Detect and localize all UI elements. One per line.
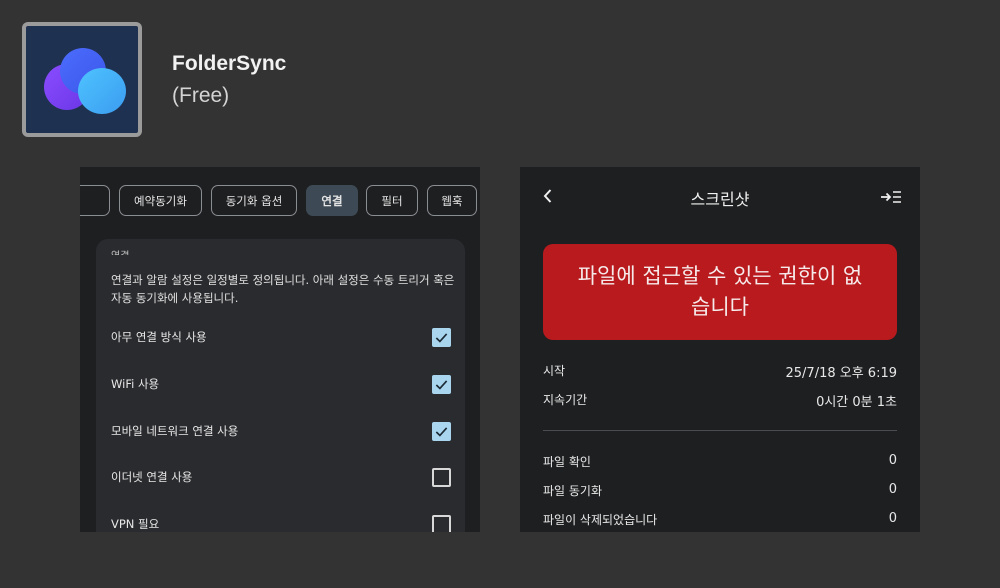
checkmark-icon — [435, 332, 448, 343]
app-icon — [22, 22, 142, 137]
app-price: (Free) — [172, 84, 230, 107]
stat-value: 0 — [888, 511, 897, 526]
detail-label: 지속기간 — [543, 393, 588, 407]
checkbox-checked[interactable] — [432, 327, 451, 347]
section-heading: 연결 — [111, 247, 129, 255]
option-any-connection[interactable]: 아무 연결 방식 사용 — [111, 325, 451, 349]
option-mobile-network[interactable]: 모바일 네트워크 연결 사용 — [111, 419, 451, 443]
detail-label: 시작 — [543, 364, 566, 378]
option-label: 모바일 네트워크 연결 사용 — [111, 424, 239, 438]
checkbox-checked[interactable] — [432, 374, 451, 394]
option-wifi[interactable]: WiFi 사용 — [111, 372, 451, 396]
stat-files-synced: 파일 동기화 0 — [543, 482, 897, 499]
stat-files-deleted: 파일이 삭제되었습니다 0 — [543, 511, 897, 528]
tab-connection[interactable]: 연결 — [306, 185, 358, 216]
stat-value: 0 — [888, 482, 897, 497]
option-ethernet[interactable]: 이더넷 연결 사용 — [111, 465, 451, 489]
option-vpn-required[interactable]: VPN 필요 — [111, 512, 451, 532]
tab-webhook[interactable]: 웹훅 — [427, 185, 477, 216]
app-logo-icon — [26, 26, 138, 133]
checkmark-icon — [435, 379, 448, 390]
option-label: WiFi 사용 — [111, 377, 160, 391]
stat-label: 파일 동기화 — [543, 484, 603, 498]
checkmark-icon — [435, 426, 448, 437]
detail-value: 25/7/18 오후 6:19 — [785, 366, 898, 381]
error-banner: 파일에 접근할 수 있는 권한이 없습니다 — [543, 244, 897, 340]
export-icon[interactable] — [880, 189, 902, 205]
checkbox-unchecked[interactable] — [432, 514, 451, 532]
screen-title: 스크린샷 — [690, 190, 750, 209]
app-name: FolderSync — [172, 52, 287, 75]
stat-value: 0 — [888, 453, 897, 468]
detail-duration: 지속기간 0시간 0분 1초 — [543, 391, 897, 410]
stat-label: 파일 확인 — [543, 455, 591, 469]
screenshot-sync-result: 스크린샷 파일에 접근할 수 있는 권한이 없습니다 시작 25/7/18 오후… — [520, 167, 920, 532]
connection-card: 연결 연결과 알람 설정은 일정별로 정의됩니다. 아래 설정은 수동 트리거 … — [96, 239, 465, 532]
tab-bar: 예약동기화 동기화 옵션 연결 필터 웹훅 — [80, 185, 477, 217]
checkbox-unchecked[interactable] — [432, 467, 451, 487]
option-label: 아무 연결 방식 사용 — [111, 330, 207, 344]
tab-filter[interactable]: 필터 — [366, 185, 418, 216]
tab-partial[interactable] — [80, 185, 110, 216]
detail-start: 시작 25/7/18 오후 6:19 — [543, 362, 897, 381]
tab-sync-options[interactable]: 동기화 옵션 — [211, 185, 297, 216]
screenshot-connection-settings: 예약동기화 동기화 옵션 연결 필터 웹훅 연결 연결과 알람 설정은 일정별로… — [80, 167, 480, 532]
stat-label: 파일이 삭제되었습니다 — [543, 513, 658, 527]
option-label: 이더넷 연결 사용 — [111, 470, 193, 484]
error-message: 파일에 접근할 수 있는 권한이 없습니다 — [577, 264, 863, 319]
detail-value: 0시간 0분 1초 — [816, 395, 897, 410]
divider — [543, 430, 897, 431]
section-description: 연결과 알람 설정은 일정별로 정의됩니다. 아래 설정은 수동 트리거 혹은 … — [111, 273, 455, 305]
checkbox-checked[interactable] — [432, 421, 451, 441]
stat-files-checked: 파일 확인 0 — [543, 453, 897, 470]
option-label: VPN 필요 — [111, 517, 160, 531]
tab-scheduled-sync[interactable]: 예약동기화 — [119, 185, 202, 216]
